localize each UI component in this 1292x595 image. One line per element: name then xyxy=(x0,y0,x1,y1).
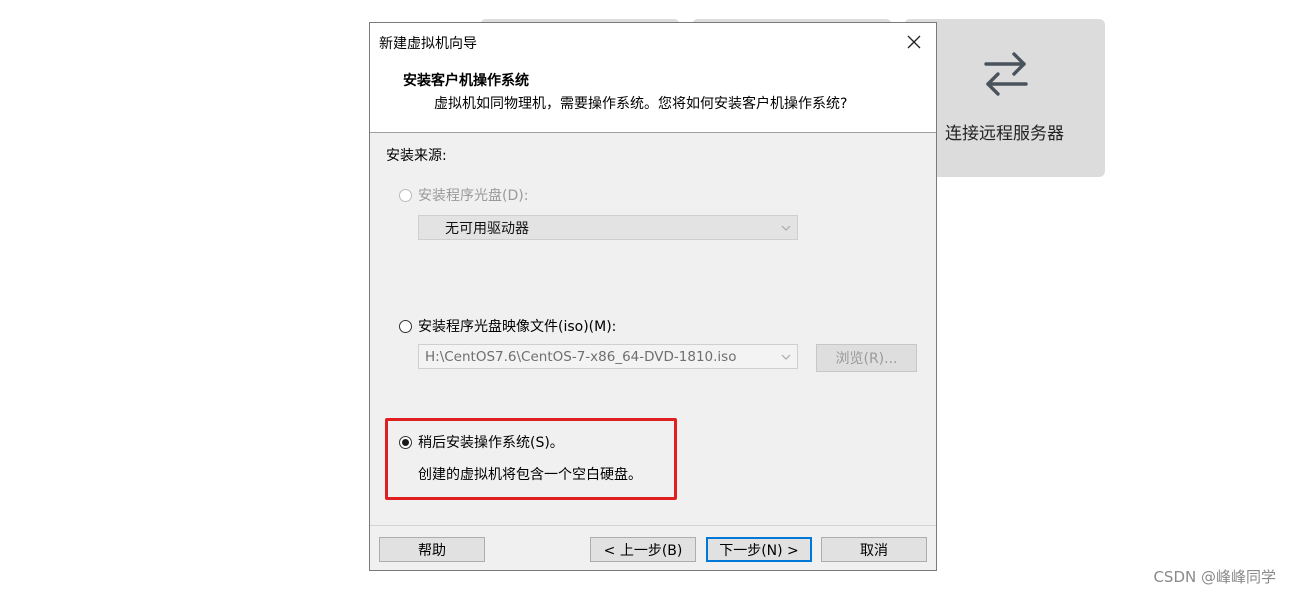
watermark: CSDN @峰峰同学 xyxy=(1153,568,1276,586)
back-button[interactable]: < 上一步(B) xyxy=(590,537,696,562)
chevron-down-icon[interactable] xyxy=(775,354,797,360)
drive-select-value: 无可用驱动器 xyxy=(445,220,529,237)
next-button[interactable]: 下一步(N) > xyxy=(706,537,812,562)
close-icon xyxy=(907,35,921,49)
header-title: 安装客户机操作系统 xyxy=(403,73,529,89)
swap-arrows-icon xyxy=(984,52,1028,96)
iso-option[interactable]: 安装程序光盘映像文件(iso)(M): xyxy=(399,316,616,336)
iso-radio[interactable] xyxy=(399,319,412,333)
wizard-header: 安装客户机操作系统 虚拟机如同物理机，需要操作系统。您将如何安装客户机操作系统? xyxy=(370,61,936,132)
help-button[interactable]: 帮助 xyxy=(379,537,485,562)
cancel-button[interactable]: 取消 xyxy=(821,537,927,562)
dialog-title: 新建虚拟机向导 xyxy=(379,36,477,52)
disc-option-label: 安装程序光盘(D): xyxy=(418,188,529,204)
browse-button[interactable]: 浏览(R)... xyxy=(816,344,917,372)
chevron-down-icon xyxy=(775,225,797,231)
wizard-body: 安装来源: 安装程序光盘(D): 无可用驱动器 安装程序光盘映像文件(iso)(… xyxy=(370,133,936,570)
drive-select: 无可用驱动器 xyxy=(418,215,798,240)
close-button[interactable] xyxy=(898,27,930,57)
iso-path-combo[interactable]: H:\CentOS7.6\CentOS-7-x86_64-DVD-1810.is… xyxy=(418,344,798,369)
iso-option-label: 安装程序光盘映像文件(iso)(M): xyxy=(418,319,617,335)
disc-option: 安装程序光盘(D): xyxy=(399,185,528,205)
disc-radio xyxy=(399,188,412,202)
footer-divider xyxy=(370,525,936,526)
iso-path-value: H:\CentOS7.6\CentOS-7-x86_64-DVD-1810.is… xyxy=(419,348,775,365)
title-bar: 新建虚拟机向导 xyxy=(370,23,936,61)
annotation-highlight-box xyxy=(385,418,677,500)
header-subtitle: 虚拟机如同物理机，需要操作系统。您将如何安装客户机操作系统? xyxy=(434,96,848,112)
install-source-label: 安装来源: xyxy=(386,148,447,164)
